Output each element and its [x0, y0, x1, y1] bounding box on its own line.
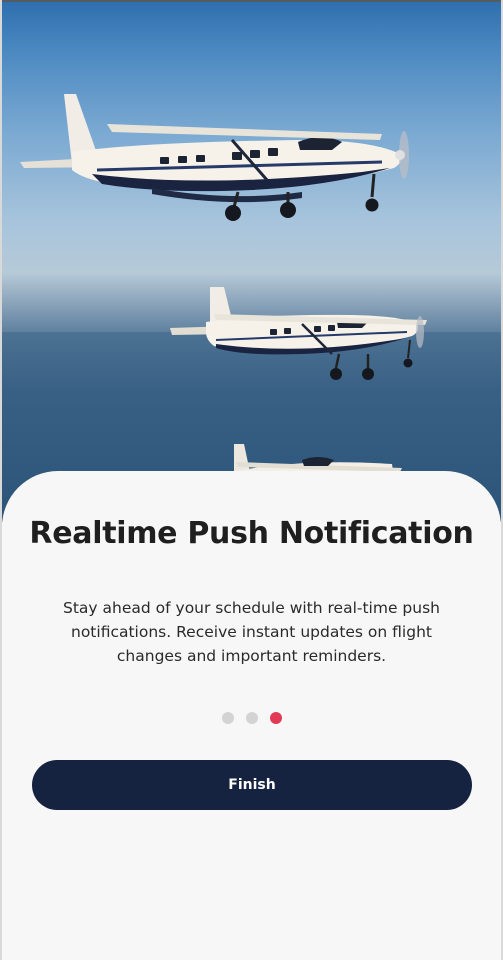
finish-button[interactable]: Finish — [32, 760, 472, 810]
page-indicator — [0, 712, 503, 724]
page-dot-2[interactable] — [245, 712, 258, 724]
page-dot-1[interactable] — [221, 712, 234, 724]
hero-image — [2, 2, 501, 522]
aircraft-1 — [20, 94, 409, 221]
page-dot-3-active[interactable] — [269, 712, 282, 724]
description-text: Stay ahead of your schedule with real-ti… — [63, 599, 440, 665]
top-border — [0, 0, 503, 2]
page-title: Realtime Push Notification — [29, 516, 474, 551]
